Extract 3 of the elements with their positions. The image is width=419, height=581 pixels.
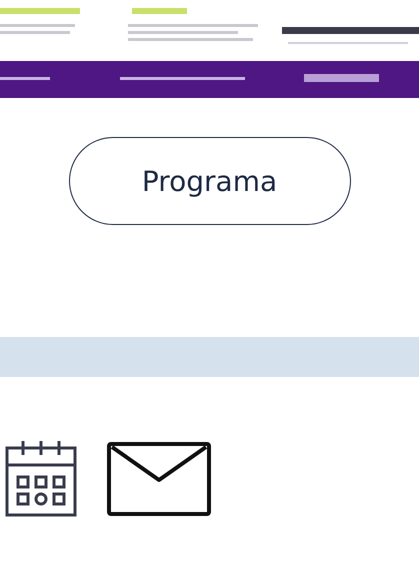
program-button[interactable]: Programa (68, 137, 350, 225)
mail-icon[interactable] (107, 442, 211, 516)
calendar-icon[interactable] (5, 439, 77, 517)
